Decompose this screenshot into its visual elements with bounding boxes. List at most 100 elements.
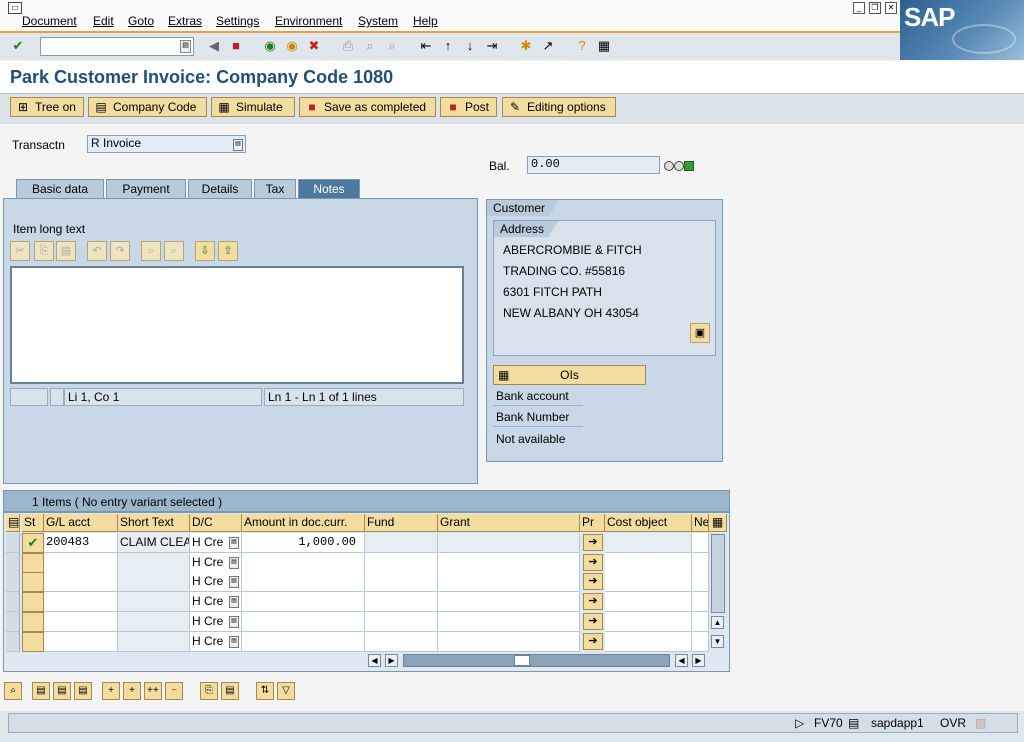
row-detail-arrow-icon[interactable]: ➔ bbox=[583, 534, 603, 551]
company-code-button[interactable]: ▤ Company Code bbox=[88, 97, 207, 117]
replace-text-icon[interactable]: ⌕ bbox=[164, 241, 184, 261]
cell-gl-acct[interactable]: 200483 bbox=[44, 533, 118, 553]
cell-grant[interactable] bbox=[438, 611, 580, 632]
select-block-icon[interactable]: ▤ bbox=[53, 682, 71, 700]
cell-dc[interactable]: H Cre ▤ bbox=[190, 572, 242, 593]
select-all-icon[interactable]: ▤ bbox=[6, 514, 20, 532]
command-history-icon[interactable]: ▤ bbox=[180, 40, 191, 53]
cell-short-text[interactable] bbox=[118, 572, 190, 593]
cell-grant[interactable] bbox=[438, 552, 580, 573]
tab-basic-data[interactable]: Basic data bbox=[16, 179, 104, 199]
row-status-cell[interactable]: ✔ bbox=[22, 533, 44, 553]
cell-fund[interactable] bbox=[365, 533, 438, 553]
back-icon[interactable]: ◀ bbox=[206, 38, 222, 54]
simulate-button[interactable]: ▦ Simulate bbox=[211, 97, 295, 117]
next-page-icon[interactable]: ↓ bbox=[462, 38, 478, 54]
cell-short-text[interactable] bbox=[118, 631, 190, 652]
cell-short-text[interactable] bbox=[118, 611, 190, 632]
deselect-all-icon[interactable]: ▤ bbox=[74, 682, 92, 700]
tab-notes[interactable]: Notes bbox=[298, 179, 360, 199]
dc-dropdown-icon[interactable]: ▤ bbox=[229, 576, 239, 589]
row-detail-arrow-icon[interactable]: ➔ bbox=[583, 593, 603, 611]
row-detail-arrow-icon[interactable]: ➔ bbox=[583, 553, 603, 571]
cell-fund[interactable] bbox=[365, 631, 438, 652]
cell-gl-acct[interactable] bbox=[44, 631, 118, 652]
first-page-icon[interactable]: ⇤ bbox=[418, 38, 434, 54]
col-header-ne[interactable]: Ne bbox=[692, 514, 709, 532]
tab-details[interactable]: Details bbox=[188, 179, 252, 199]
cell-gl-acct[interactable] bbox=[44, 611, 118, 632]
menu-system[interactable]: System bbox=[358, 14, 398, 28]
row-status-cell[interactable] bbox=[22, 552, 44, 573]
restore-icon[interactable]: ❐ bbox=[869, 2, 881, 14]
import-text-icon[interactable]: ⇩ bbox=[195, 241, 215, 261]
cell-amount[interactable] bbox=[242, 631, 365, 652]
row-detail-arrow-icon[interactable]: ➔ bbox=[583, 612, 603, 630]
cell-fund[interactable] bbox=[365, 611, 438, 632]
cell-grant[interactable] bbox=[438, 572, 580, 593]
cell-short-text[interactable]: CLAIM CLEAR bbox=[118, 533, 190, 553]
new-session-icon[interactable]: ✱ bbox=[518, 38, 534, 54]
delete-row-icon[interactable]: − bbox=[165, 682, 183, 700]
cut-icon[interactable]: ✂ bbox=[10, 241, 30, 261]
cell-amount[interactable] bbox=[242, 592, 365, 613]
col-header-gl-acct[interactable]: G/L acct bbox=[44, 514, 118, 532]
minimize-icon[interactable]: _ bbox=[853, 2, 865, 14]
exit-icon[interactable]: ◉ bbox=[284, 38, 300, 54]
row-status-cell[interactable] bbox=[22, 592, 44, 613]
post-button[interactable]: ■ Post bbox=[440, 97, 497, 117]
dc-dropdown-icon[interactable]: ▤ bbox=[229, 596, 239, 609]
export-text-icon[interactable]: ⇧ bbox=[218, 241, 238, 261]
cell-gl-acct[interactable] bbox=[44, 592, 118, 613]
dc-dropdown-icon[interactable]: ▤ bbox=[229, 635, 239, 648]
cell-amount[interactable] bbox=[242, 552, 365, 573]
cell-grant[interactable] bbox=[438, 592, 580, 613]
cell-dc[interactable]: H Cre ▤ bbox=[190, 592, 242, 613]
close-icon[interactable]: ✕ bbox=[885, 2, 897, 14]
cell-dc[interactable]: H Cre ▤ bbox=[190, 631, 242, 652]
last-page-icon[interactable]: ⇥ bbox=[484, 38, 500, 54]
address-details-icon[interactable]: ▣ bbox=[690, 323, 710, 343]
tree-on-button[interactable]: ⊞ Tree on bbox=[10, 97, 84, 117]
row-status-cell[interactable] bbox=[22, 631, 44, 652]
previous-page-icon[interactable]: ↑ bbox=[440, 38, 456, 54]
col-header-short-text[interactable]: Short Text bbox=[118, 514, 190, 532]
scroll-left-end-icon[interactable]: ◀ bbox=[675, 654, 688, 667]
horizontal-scrollbar[interactable] bbox=[403, 654, 670, 667]
command-field[interactable]: ▤ bbox=[40, 37, 194, 56]
row-selector[interactable] bbox=[6, 592, 20, 613]
find-next-icon[interactable]: ⌕ bbox=[384, 38, 400, 54]
green-back-icon[interactable]: ◉ bbox=[262, 38, 278, 54]
cell-ne[interactable] bbox=[692, 611, 709, 632]
scroll-right-icon[interactable]: ▶ bbox=[385, 654, 398, 667]
append-rows-icon[interactable]: ++ bbox=[144, 682, 162, 700]
cell-dc[interactable]: H Cre ▤ bbox=[190, 552, 242, 573]
help-icon[interactable]: ? bbox=[574, 38, 590, 54]
col-header-cost-object[interactable]: Cost object bbox=[605, 514, 692, 532]
menu-environment[interactable]: Environment bbox=[275, 14, 342, 28]
session-list-icon[interactable]: ▤ bbox=[848, 716, 859, 730]
cell-cost-object[interactable] bbox=[605, 552, 692, 573]
tab-tax[interactable]: Tax bbox=[254, 179, 296, 199]
row-status-cell[interactable] bbox=[22, 572, 44, 593]
item-long-text-editor[interactable] bbox=[10, 266, 464, 384]
scroll-right-end-icon[interactable]: ▶ bbox=[692, 654, 705, 667]
row-selector[interactable] bbox=[6, 572, 20, 593]
cell-ne[interactable] bbox=[692, 592, 709, 613]
cell-fund[interactable] bbox=[365, 572, 438, 593]
detail-view-icon[interactable]: ⌕ bbox=[4, 682, 22, 700]
cell-cost-object[interactable] bbox=[605, 533, 692, 553]
find-text-icon[interactable]: ⌕ bbox=[141, 241, 161, 261]
cell-amount[interactable] bbox=[242, 611, 365, 632]
row-detail-arrow-icon[interactable]: ➔ bbox=[583, 632, 603, 650]
transaction-select[interactable]: R Invoice ▤ bbox=[87, 135, 246, 153]
paste-row-icon[interactable]: ▤ bbox=[221, 682, 239, 700]
ois-button[interactable]: ▦ OIs bbox=[493, 365, 646, 385]
dc-dropdown-icon[interactable]: ▤ bbox=[229, 615, 239, 628]
dc-dropdown-icon[interactable]: ▤ bbox=[229, 556, 239, 569]
scroll-down-icon[interactable]: ▼ bbox=[711, 635, 724, 648]
save-icon[interactable]: ■ bbox=[228, 38, 244, 54]
row-selector[interactable] bbox=[6, 533, 20, 553]
menu-help[interactable]: Help bbox=[413, 14, 438, 28]
cell-ne[interactable] bbox=[692, 572, 709, 593]
